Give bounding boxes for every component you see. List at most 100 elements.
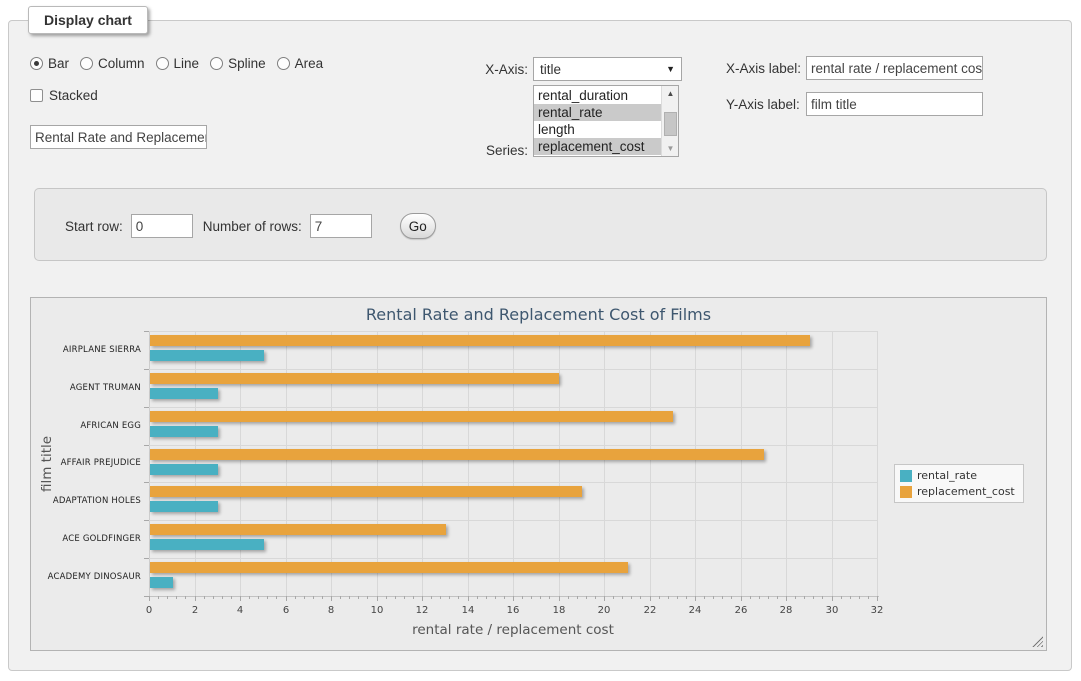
y-tick-mark xyxy=(144,482,149,483)
gridline-x-30 xyxy=(832,331,833,596)
x-tick-label-2: 2 xyxy=(180,605,210,616)
scroll-down-icon[interactable]: ▼ xyxy=(662,141,679,156)
x-tick-label-18: 18 xyxy=(544,605,574,616)
x-axis-selected-value: title xyxy=(540,62,561,77)
x-tick-label-30: 30 xyxy=(817,605,847,616)
resize-handle-icon[interactable] xyxy=(1032,636,1043,647)
x-major-tick xyxy=(604,596,605,601)
legend-swatch-icon xyxy=(900,470,912,482)
x-major-tick xyxy=(513,596,514,601)
x-minor-tick xyxy=(313,596,314,599)
radio-column[interactable]: Column xyxy=(80,56,145,71)
gridline-x-24 xyxy=(695,331,696,596)
bar-rental_rate-5 xyxy=(150,539,264,550)
radio-spline[interactable]: Spline xyxy=(210,56,266,71)
gridline-x-22 xyxy=(650,331,651,596)
x-tick-label-32: 32 xyxy=(862,605,892,616)
x-minor-tick xyxy=(813,596,814,599)
rows-panel: Start row: 0 Number of rows: 7 Go xyxy=(34,188,1047,261)
series-scrollbar[interactable]: ▲ ▼ xyxy=(661,86,678,156)
radio-line[interactable]: Line xyxy=(156,56,200,71)
x-minor-tick xyxy=(167,596,168,599)
checkbox-icon[interactable] xyxy=(30,89,43,102)
x-minor-tick xyxy=(804,596,805,599)
radio-icon[interactable] xyxy=(156,57,169,70)
x-minor-tick xyxy=(568,596,569,599)
y-tick-mark xyxy=(144,520,149,521)
series-multiselect[interactable]: rental_durationrental_ratelengthreplacem… xyxy=(533,85,679,157)
x-major-tick xyxy=(240,596,241,601)
gridline-y-3 xyxy=(149,445,877,446)
scroll-up-icon[interactable]: ▲ xyxy=(662,86,679,101)
x-minor-tick xyxy=(668,596,669,599)
series-option-rental_duration[interactable]: rental_duration xyxy=(534,87,661,104)
radio-label: Area xyxy=(295,56,324,71)
x-minor-tick xyxy=(458,596,459,599)
legend-item-replacement_cost[interactable]: replacement_cost xyxy=(900,485,1015,498)
radio-bar[interactable]: Bar xyxy=(30,56,69,71)
x-minor-tick xyxy=(231,596,232,599)
stacked-checkbox-row[interactable]: Stacked xyxy=(30,88,98,103)
radio-icon[interactable] xyxy=(210,57,223,70)
gridline-x-4 xyxy=(240,331,241,596)
radio-area[interactable]: Area xyxy=(277,56,324,71)
x-minor-tick xyxy=(295,596,296,599)
x-minor-tick xyxy=(640,596,641,599)
x-minor-tick xyxy=(349,596,350,599)
x-minor-tick xyxy=(659,596,660,599)
scrollbar-thumb[interactable] xyxy=(664,112,677,136)
gridline-x-12 xyxy=(422,331,423,596)
series-option-rental_rate[interactable]: rental_rate xyxy=(534,104,661,121)
series-option-length[interactable]: length xyxy=(534,121,661,138)
y-tick-mark xyxy=(144,369,149,370)
x-minor-tick xyxy=(595,596,596,599)
radio-icon[interactable] xyxy=(30,57,43,70)
num-rows-input[interactable]: 7 xyxy=(310,214,372,238)
x-tick-label-16: 16 xyxy=(498,605,528,616)
bar-replacement_cost-2 xyxy=(150,411,673,422)
x-minor-tick xyxy=(504,596,505,599)
x-tick-label-12: 12 xyxy=(407,605,437,616)
radio-label: Column xyxy=(98,56,145,71)
gridline-y-1 xyxy=(149,369,877,370)
start-row-input[interactable]: 0 xyxy=(131,214,193,238)
x-major-tick xyxy=(650,596,651,601)
x-major-tick xyxy=(877,596,878,601)
bar-rental_rate-1 xyxy=(150,388,218,399)
gridline-x-14 xyxy=(468,331,469,596)
x-tick-label-26: 26 xyxy=(726,605,756,616)
bar-rental_rate-6 xyxy=(150,577,173,588)
x-minor-tick xyxy=(258,596,259,599)
x-minor-tick xyxy=(267,596,268,599)
x-axis-label-input[interactable]: rental rate / replacement cost xyxy=(806,56,983,80)
x-axis-select[interactable]: title ▼ xyxy=(533,57,682,81)
chart-title-input[interactable]: Rental Rate and Replacement Cost of Film… xyxy=(30,125,207,149)
series-option-replacement_cost[interactable]: replacement_cost xyxy=(534,138,661,155)
radio-label: Bar xyxy=(48,56,69,71)
x-axis-title: rental rate / replacement cost xyxy=(149,622,877,638)
x-major-tick xyxy=(832,596,833,601)
radio-icon[interactable] xyxy=(277,57,290,70)
x-major-tick xyxy=(331,596,332,601)
num-rows-label: Number of rows: xyxy=(203,219,302,234)
x-minor-tick xyxy=(222,596,223,599)
x-minor-tick xyxy=(340,596,341,599)
fieldset-legend: Display chart xyxy=(28,6,148,34)
x-minor-tick xyxy=(213,596,214,599)
radio-icon[interactable] xyxy=(80,57,93,70)
x-minor-tick xyxy=(713,596,714,599)
x-tick-label-4: 4 xyxy=(225,605,255,616)
legend-label: replacement_cost xyxy=(917,485,1015,498)
x-minor-tick xyxy=(413,596,414,599)
x-minor-tick xyxy=(777,596,778,599)
x-major-tick xyxy=(195,596,196,601)
x-minor-tick xyxy=(495,596,496,599)
category-label-6: ACADEMY DINOSAUR xyxy=(31,572,141,582)
y-axis-label-input[interactable]: film title xyxy=(806,92,983,116)
x-major-tick xyxy=(377,596,378,601)
x-minor-tick xyxy=(759,596,760,599)
legend-swatch-icon xyxy=(900,486,912,498)
legend-item-rental_rate[interactable]: rental_rate xyxy=(900,469,1015,482)
go-button[interactable]: Go xyxy=(400,213,436,239)
x-major-tick xyxy=(149,596,150,601)
